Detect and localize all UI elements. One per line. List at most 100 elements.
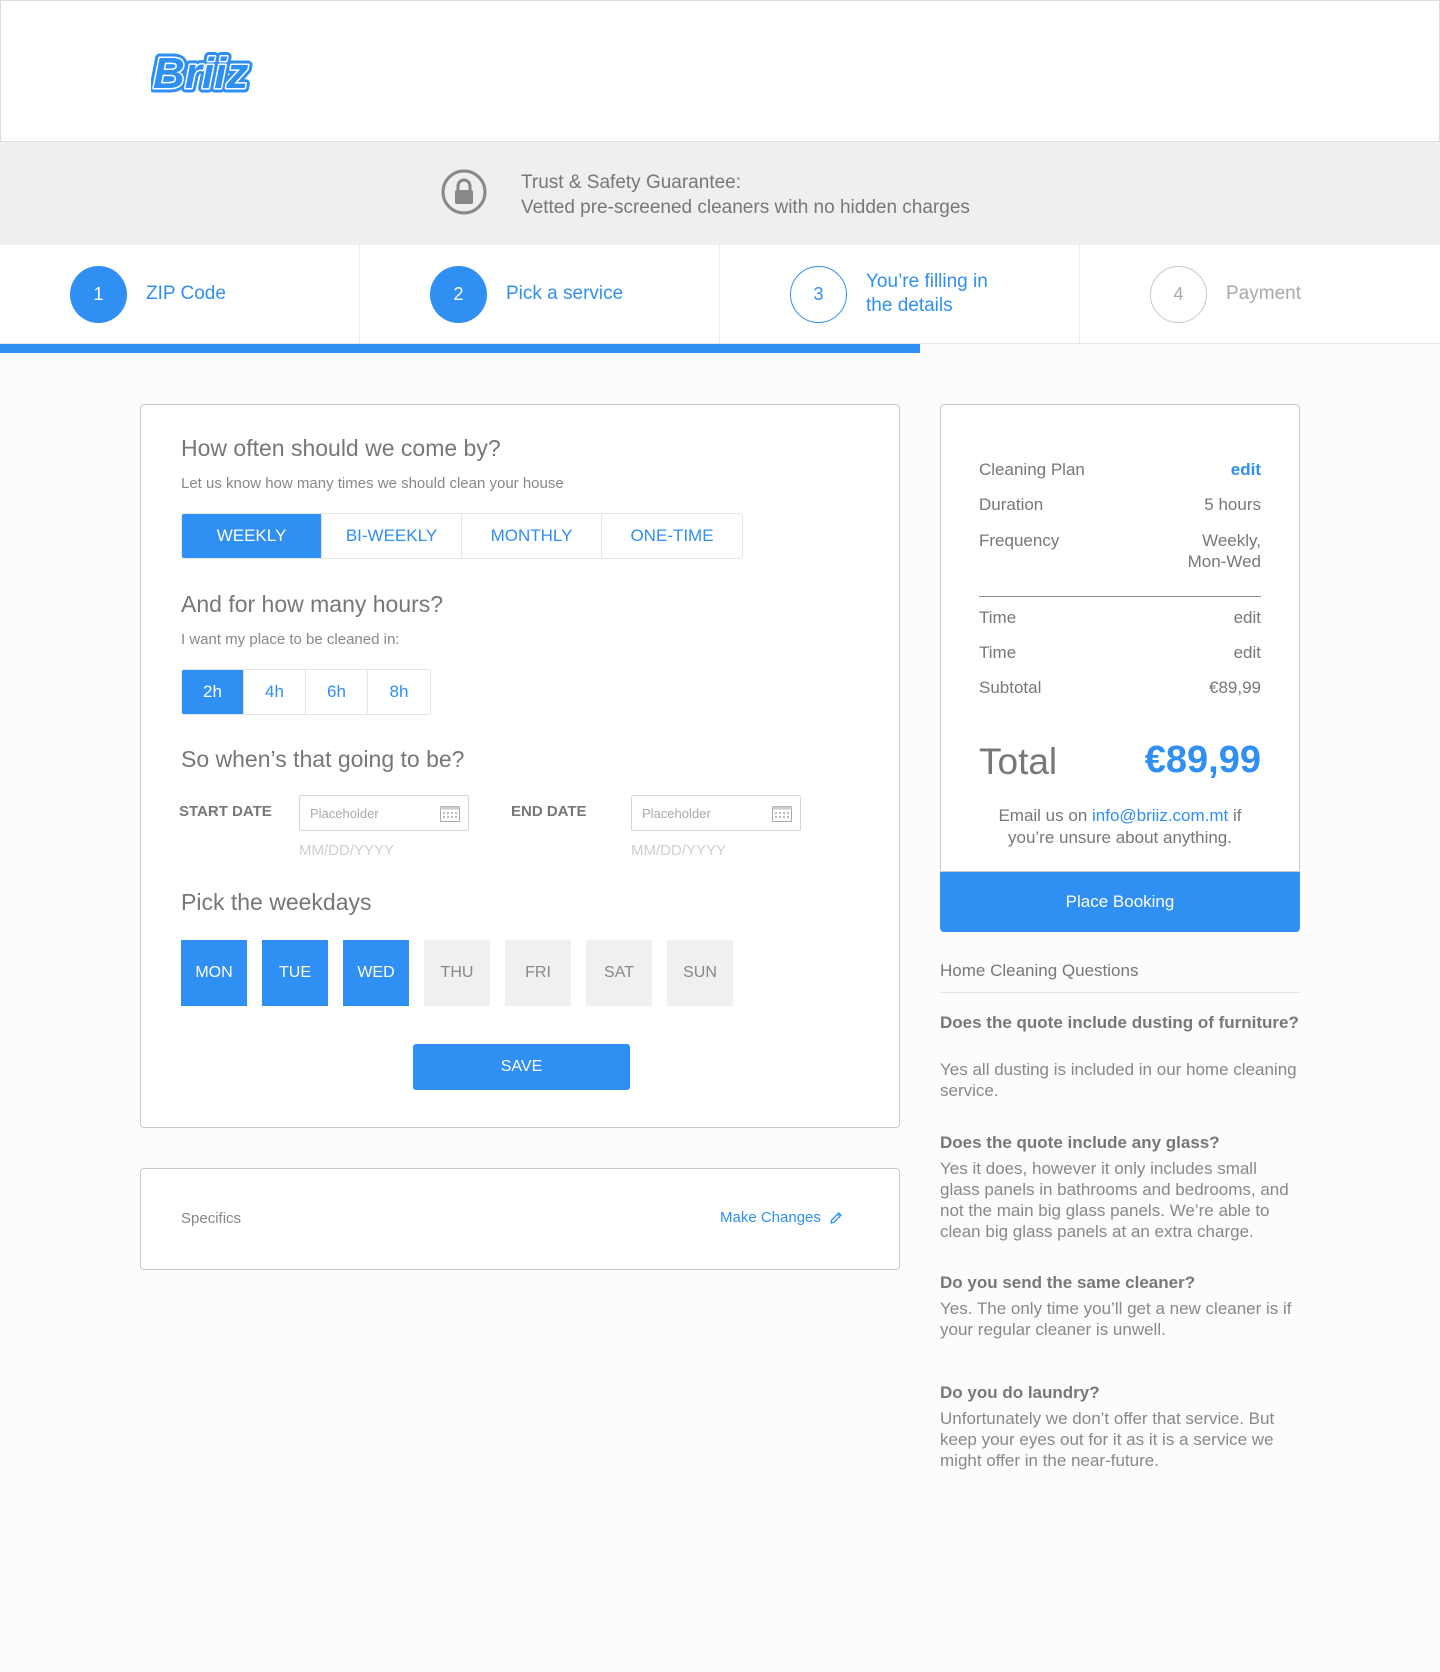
time-label: Time (979, 643, 1017, 662)
place-booking-button[interactable]: Place Booking (940, 872, 1300, 932)
duration-label: Duration (979, 495, 1044, 514)
frequency-value-line: Weekly, (1202, 531, 1261, 550)
hours-option-6h[interactable]: 6h (306, 670, 368, 714)
progress-steps: 1 ZIP Code 2 Pick a service 3 You’re fil… (0, 245, 1440, 344)
total-label: Total (979, 741, 1058, 782)
faq-question: Does the quote include any glass? (940, 1133, 1220, 1152)
briiz-logo[interactable]: Briiz Briiz Briiz (151, 46, 283, 98)
weekday-fri[interactable]: FRI (505, 940, 571, 1006)
summary-divider (979, 596, 1261, 597)
step-label: Pick a service (506, 283, 624, 304)
lock-icon (441, 169, 487, 215)
summary-row-subtotal: Subtotal €89,99 (979, 678, 1261, 698)
email-note-prefix: Email us on (998, 806, 1092, 825)
frequency-value: Weekly, Mon-Wed (1188, 530, 1261, 572)
weekdays-title: Pick the weekdays (181, 889, 372, 915)
faq-answer: Yes. The only time you’ll get a new clea… (940, 1299, 1292, 1339)
hours-selector: 2h 4h 6h 8h (181, 669, 431, 715)
end-date-input[interactable]: Placeholder (631, 795, 801, 831)
step-payment[interactable]: 4 Payment (1080, 245, 1440, 344)
step-label-line: You’re filling in (866, 271, 988, 292)
step-number: 2 (430, 266, 487, 323)
duration-value: 5 hours (1204, 495, 1261, 514)
start-date-label: START DATE (179, 803, 272, 820)
make-changes-link[interactable]: Make Changes (720, 1209, 843, 1226)
subtotal-value: €89,99 (1209, 678, 1261, 697)
email-note-suffix: if (1228, 806, 1242, 825)
faq-answer: Yes all dusting is included in our home … (940, 1060, 1297, 1100)
hours-option-4h[interactable]: 4h (244, 670, 306, 714)
specifics-label: Specifics (181, 1210, 242, 1227)
trust-description: Vetted pre-screened cleaners with no hid… (521, 197, 970, 218)
step-number: 4 (1150, 266, 1207, 323)
step-label: Payment (1226, 283, 1301, 304)
frequency-title: How often should we come by? (181, 435, 501, 461)
faq-question: Does the quote include dusting of furnit… (940, 1013, 1299, 1032)
step-zip-code[interactable]: 1 ZIP Code (0, 245, 360, 344)
booking-form-card: How often should we come by? Let us know… (140, 404, 900, 1128)
step-label: ZIP Code (146, 283, 226, 304)
pencil-icon (830, 1211, 842, 1224)
frequency-option-weekly[interactable]: WEEKLY (182, 514, 322, 558)
make-changes-label: Make Changes (720, 1209, 821, 1226)
weekday-sun[interactable]: SUN (667, 940, 733, 1006)
email-note-line: you’re unsure about anything. (1008, 828, 1232, 847)
trust-title: Trust & Safety Guarantee: (521, 172, 742, 193)
save-button[interactable]: SAVE (413, 1044, 630, 1090)
faq-question: Do you do laundry? (940, 1383, 1100, 1402)
frequency-selector: WEEKLY BI-WEEKLY MONTHLY ONE-TIME (181, 513, 743, 559)
faq-title: Home Cleaning Questions (940, 961, 1139, 980)
header: Briiz Briiz Briiz (0, 0, 1440, 142)
weekday-thu[interactable]: THU (424, 940, 490, 1006)
step-number: 1 (70, 266, 127, 323)
plan-label: Cleaning Plan (979, 460, 1085, 479)
weekday-sat[interactable]: SAT (586, 940, 652, 1006)
hours-option-2h[interactable]: 2h (182, 670, 244, 714)
faq-answer: Yes it does, however it only includes sm… (940, 1159, 1289, 1241)
step-pick-service[interactable]: 2 Pick a service (360, 245, 720, 344)
summary-row-duration: Duration 5 hours (979, 495, 1261, 515)
hours-option-8h[interactable]: 8h (368, 670, 430, 714)
hours-subtitle: I want my place to be cleaned in: (181, 631, 400, 648)
frequency-option-bi-weekly[interactable]: BI-WEEKLY (322, 514, 462, 558)
step-number: 3 (790, 266, 847, 323)
faq-answer: Unfortunately we don’t offer that servic… (940, 1409, 1275, 1470)
frequency-label: Frequency (979, 531, 1060, 550)
trust-text: Trust & Safety Guarantee: Vetted pre-scr… (521, 170, 970, 220)
weekday-wed[interactable]: WED (343, 940, 409, 1006)
step-label: You’re filling in the details (866, 270, 988, 318)
email-note: Email us on info@briiz.com.mt if you’re … (941, 805, 1299, 849)
calendar-icon[interactable] (772, 804, 792, 822)
faq-question: Do you send the same cleaner? (940, 1273, 1196, 1292)
hours-title: And for how many hours? (181, 591, 444, 617)
email-link[interactable]: info@briiz.com.mt (1092, 806, 1228, 825)
start-date-input[interactable]: Placeholder (299, 795, 469, 831)
frequency-value-line: Mon-Wed (1187, 552, 1261, 571)
end-date-hint: MM/DD/YYYY (631, 842, 727, 859)
progress-bar (0, 344, 920, 353)
weekday-tue[interactable]: TUE (262, 940, 328, 1006)
frequency-subtitle: Let us know how many times we should cle… (181, 475, 564, 492)
edit-time-link[interactable]: edit (1234, 608, 1261, 628)
frequency-option-one-time[interactable]: ONE-TIME (602, 514, 742, 558)
summary-row-frequency: Frequency Weekly, Mon-Wed (979, 530, 1261, 572)
end-date-label: END DATE (511, 803, 587, 820)
end-date-placeholder: Placeholder (642, 806, 711, 821)
subtotal-label: Subtotal (979, 678, 1042, 697)
step-details[interactable]: 3 You’re filling in the details (720, 245, 1080, 344)
summary-row-time: Time edit (979, 608, 1261, 628)
frequency-option-monthly[interactable]: MONTHLY (462, 514, 602, 558)
step-label-line: the details (866, 295, 953, 316)
weekday-mon[interactable]: MON (181, 940, 247, 1006)
edit-time-link[interactable]: edit (1234, 643, 1261, 663)
time-label: Time (979, 608, 1017, 627)
start-date-hint: MM/DD/YYYY (299, 842, 395, 859)
order-summary-card: Cleaning Plan edit Duration 5 hours Freq… (940, 404, 1300, 872)
specifics-card: Specifics Make Changes (140, 1168, 900, 1270)
dates-title: So when’s that going to be? (181, 746, 465, 772)
start-date-placeholder: Placeholder (310, 806, 379, 821)
total-value: €89,99 (1144, 739, 1261, 781)
edit-plan-link[interactable]: edit (1231, 460, 1261, 480)
faq-divider (940, 992, 1300, 993)
calendar-icon[interactable] (440, 804, 460, 822)
